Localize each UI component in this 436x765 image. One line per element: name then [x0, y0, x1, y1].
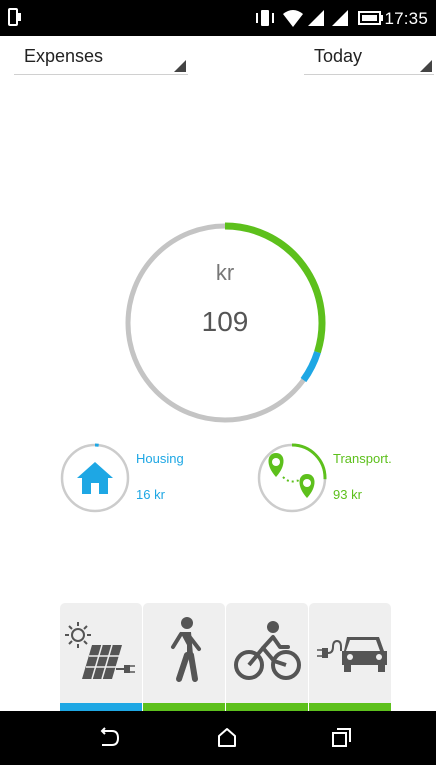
- option-bike-status: [226, 703, 308, 711]
- option-walk-status: [143, 703, 225, 711]
- category-housing[interactable]: Housing 16 kr: [60, 443, 210, 513]
- total-value: 109: [201, 306, 249, 337]
- screen-rotate-icon: [8, 8, 21, 26]
- transport-circle: [257, 443, 327, 513]
- wifi-icon: [283, 10, 303, 27]
- signal-2-icon: [332, 10, 348, 26]
- option-solar[interactable]: [60, 603, 142, 711]
- category-transport[interactable]: Transport. 93 kr: [257, 443, 407, 513]
- option-bar: [60, 603, 391, 711]
- option-solar-status: [60, 703, 142, 711]
- solar-panel-plug-icon: [65, 622, 135, 680]
- option-bike[interactable]: [226, 603, 308, 711]
- housing-amount: 16 kr: [136, 487, 165, 502]
- transport-label: Transport.: [333, 451, 392, 466]
- period-dropdown-label: Today: [314, 46, 363, 66]
- dropdown-triangle-icon: [420, 60, 432, 72]
- option-walk[interactable]: [143, 603, 225, 711]
- signal-icon: [308, 10, 324, 26]
- category-dropdown[interactable]: Expenses: [14, 44, 188, 75]
- cyclist-icon: [234, 621, 301, 680]
- navigation-bar: [0, 711, 436, 765]
- option-ecar-status: [309, 703, 391, 711]
- recent-apps-icon[interactable]: [330, 727, 352, 749]
- clock: 17:35: [384, 9, 428, 28]
- housing-circle: [60, 443, 130, 513]
- ring-arc-housing: [300, 351, 321, 383]
- option-ecar[interactable]: [309, 603, 391, 711]
- home-icon[interactable]: [216, 726, 238, 748]
- back-icon[interactable]: [98, 727, 120, 749]
- vibrate-icon: [256, 10, 274, 26]
- category-dropdown-label: Expenses: [24, 46, 104, 66]
- total-ring: kr 109: [124, 222, 326, 424]
- period-dropdown[interactable]: Today: [304, 44, 434, 75]
- dropdown-triangle-icon: [174, 60, 186, 72]
- electric-car-icon: [317, 637, 387, 672]
- housing-label: Housing: [136, 451, 184, 466]
- battery-icon: [358, 11, 383, 25]
- walking-person-icon: [171, 617, 201, 682]
- transport-amount: 93 kr: [333, 487, 362, 502]
- total-unit: kr: [215, 260, 235, 285]
- status-bar: 17:35: [0, 0, 436, 36]
